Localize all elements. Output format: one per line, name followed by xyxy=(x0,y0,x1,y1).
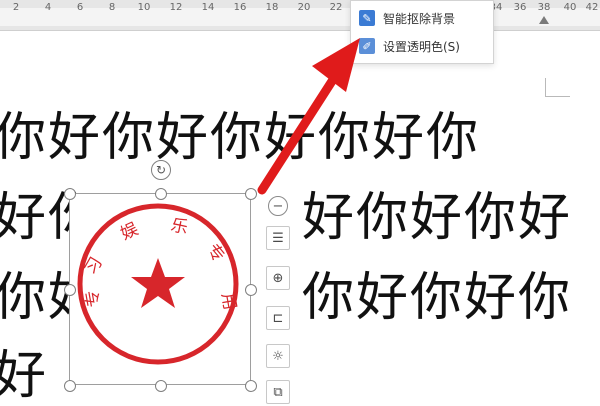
smart-cutout-icon: ✎ xyxy=(359,10,375,26)
transparent-color-icon: ✐ xyxy=(359,38,375,54)
document-line-4: 好 xyxy=(0,346,49,406)
ruler-label: 6 xyxy=(76,2,84,13)
more-tools-icon[interactable]: ⧉ xyxy=(266,380,290,404)
ruler-label: 40 xyxy=(563,2,577,13)
resize-handle-bottom-left[interactable] xyxy=(64,380,76,392)
stamp-char: 乐 xyxy=(169,215,190,238)
stamp-char: 娱 xyxy=(118,219,142,244)
document-line-1: 你好你好你好你好你 xyxy=(0,108,481,168)
lightbulb-icon[interactable]: ☼ xyxy=(266,344,290,368)
stamp-seal: 习 娱 乐 专 用 专 xyxy=(77,203,240,365)
document-line-2-right: 好你好你好 xyxy=(302,188,573,248)
ruler-label: 12 xyxy=(169,2,183,13)
horizontal-ruler: 2 4 6 8 10 12 14 16 18 20 22 24 34 36 38… xyxy=(0,0,600,31)
menu-item-smart-remove-background[interactable]: ✎ 智能抠除背景 xyxy=(351,4,493,32)
picture-context-menu: ✎ 智能抠除背景 ✐ 设置透明色(S) xyxy=(350,0,494,64)
ruler-label: 4 xyxy=(44,2,52,13)
minus-icon[interactable]: − xyxy=(268,196,288,216)
menu-item-label: 智能抠除背景 xyxy=(383,11,456,26)
ruler-label: 20 xyxy=(297,2,311,13)
stamp-char: 专 xyxy=(82,288,105,308)
ruler-label: 18 xyxy=(265,2,279,13)
resize-handle-right[interactable] xyxy=(245,284,257,296)
stamp-star xyxy=(131,258,185,308)
ruler-label: 16 xyxy=(233,2,247,13)
ruler-label: 8 xyxy=(108,2,116,13)
right-indent-marker[interactable] xyxy=(539,16,549,24)
menu-item-set-transparent-color[interactable]: ✐ 设置透明色(S) xyxy=(351,32,493,60)
document-line-3-right: 你好你好你 xyxy=(302,268,573,328)
ruler-label: 22 xyxy=(329,2,343,13)
resize-handle-bottom-right[interactable] xyxy=(245,380,257,392)
ruler-label: 36 xyxy=(513,2,527,13)
ruler-label: 38 xyxy=(537,2,551,13)
resize-handle-bottom[interactable] xyxy=(155,380,167,392)
page-margin-corner xyxy=(545,78,570,97)
ruler-label: 10 xyxy=(137,2,151,13)
crop-icon[interactable]: ⊏ xyxy=(266,306,290,330)
resize-handle-top-right[interactable] xyxy=(245,188,257,200)
layout-options-icon[interactable]: ☰ xyxy=(266,226,290,250)
zoom-in-icon[interactable]: ⊕ xyxy=(266,266,290,290)
ruler-label: 42 xyxy=(585,2,599,13)
ruler-label: 2 xyxy=(12,2,20,13)
menu-item-label: 设置透明色(S) xyxy=(383,39,460,54)
stamp-char: 用 xyxy=(217,291,240,311)
stamp-image[interactable]: 习 娱 乐 专 用 专 xyxy=(69,193,251,385)
resize-handle-top[interactable] xyxy=(155,188,167,200)
ruler-label: 14 xyxy=(201,2,215,13)
rotate-icon[interactable]: ↻ xyxy=(151,160,171,180)
resize-handle-left[interactable] xyxy=(64,284,76,296)
resize-handle-top-left[interactable] xyxy=(64,188,76,200)
